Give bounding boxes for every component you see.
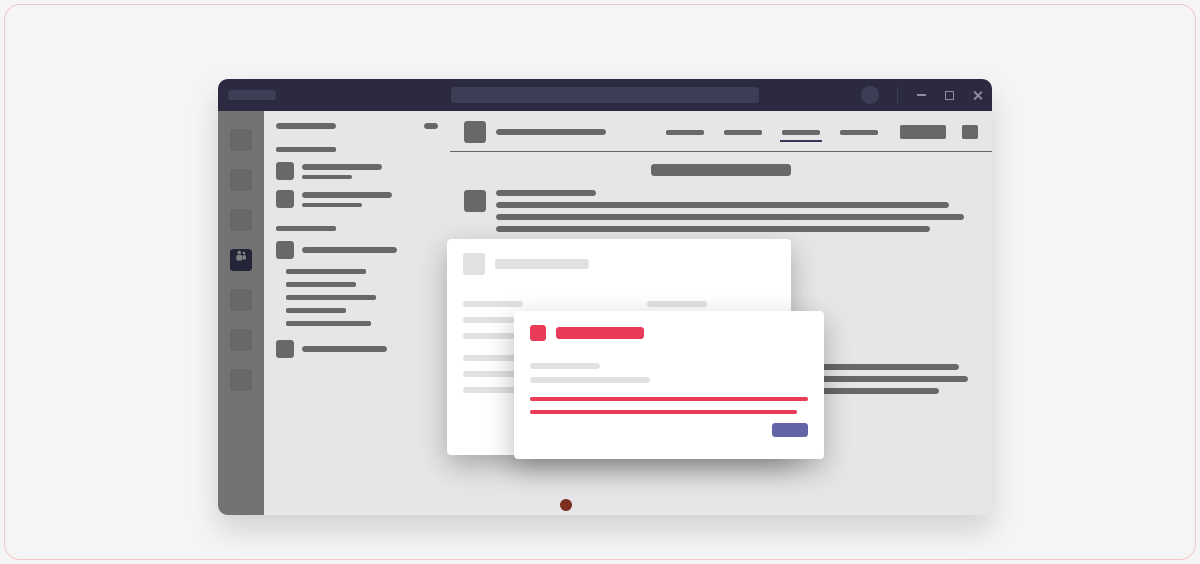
rail-item[interactable] bbox=[230, 169, 252, 191]
rail-item[interactable] bbox=[230, 289, 252, 311]
post-avatar bbox=[464, 190, 486, 212]
tab-active[interactable] bbox=[782, 130, 820, 135]
header-button[interactable] bbox=[900, 125, 946, 139]
header-dropdown[interactable] bbox=[962, 125, 978, 139]
notification-dot bbox=[560, 499, 572, 511]
team-item[interactable] bbox=[276, 162, 438, 180]
divider bbox=[897, 87, 898, 103]
tab[interactable] bbox=[724, 130, 762, 135]
tab[interactable] bbox=[840, 130, 878, 135]
rail-item[interactable] bbox=[230, 129, 252, 151]
app-window bbox=[218, 79, 992, 515]
app-body bbox=[218, 111, 992, 515]
rail-item[interactable] bbox=[230, 329, 252, 351]
avatar[interactable] bbox=[861, 86, 879, 104]
channel-item[interactable] bbox=[286, 308, 346, 313]
channel-title bbox=[496, 129, 606, 135]
alert-title bbox=[556, 327, 644, 339]
channel-item[interactable] bbox=[286, 269, 366, 274]
left-rail bbox=[218, 111, 264, 515]
team-item[interactable] bbox=[276, 241, 438, 259]
alert-body-line bbox=[530, 410, 797, 414]
search-input[interactable] bbox=[451, 87, 759, 103]
close-button[interactable] bbox=[972, 90, 982, 100]
post[interactable] bbox=[464, 190, 978, 238]
illustration-frame bbox=[4, 4, 1196, 560]
alert-body-line bbox=[530, 397, 808, 401]
app-name-placeholder bbox=[228, 90, 276, 100]
teams-icon bbox=[234, 249, 248, 263]
info-card-icon bbox=[463, 253, 485, 275]
team-item[interactable] bbox=[276, 340, 438, 358]
maximize-button[interactable] bbox=[944, 90, 954, 100]
alert-action-button[interactable] bbox=[772, 423, 808, 437]
team-item[interactable] bbox=[276, 190, 438, 208]
channel-avatar bbox=[464, 121, 486, 143]
alert-card bbox=[514, 311, 824, 459]
rail-item[interactable] bbox=[230, 369, 252, 391]
titlebar bbox=[218, 79, 992, 111]
tab[interactable] bbox=[666, 130, 704, 135]
alert-icon bbox=[530, 325, 546, 341]
channel-header bbox=[464, 121, 978, 143]
channel-tabs bbox=[666, 130, 878, 135]
channel-list bbox=[264, 111, 450, 515]
section-header bbox=[276, 147, 336, 152]
channel-item[interactable] bbox=[286, 295, 376, 300]
rail-item[interactable] bbox=[230, 209, 252, 231]
alert-subtitle bbox=[530, 363, 600, 369]
date-divider bbox=[464, 164, 978, 176]
channel-item[interactable] bbox=[286, 321, 371, 326]
minimize-button[interactable] bbox=[916, 90, 926, 100]
channel-item[interactable] bbox=[286, 282, 356, 287]
info-card-title bbox=[495, 259, 589, 269]
section-header bbox=[276, 226, 336, 231]
channel-list-header bbox=[276, 123, 438, 129]
rail-item-teams[interactable] bbox=[230, 249, 252, 271]
